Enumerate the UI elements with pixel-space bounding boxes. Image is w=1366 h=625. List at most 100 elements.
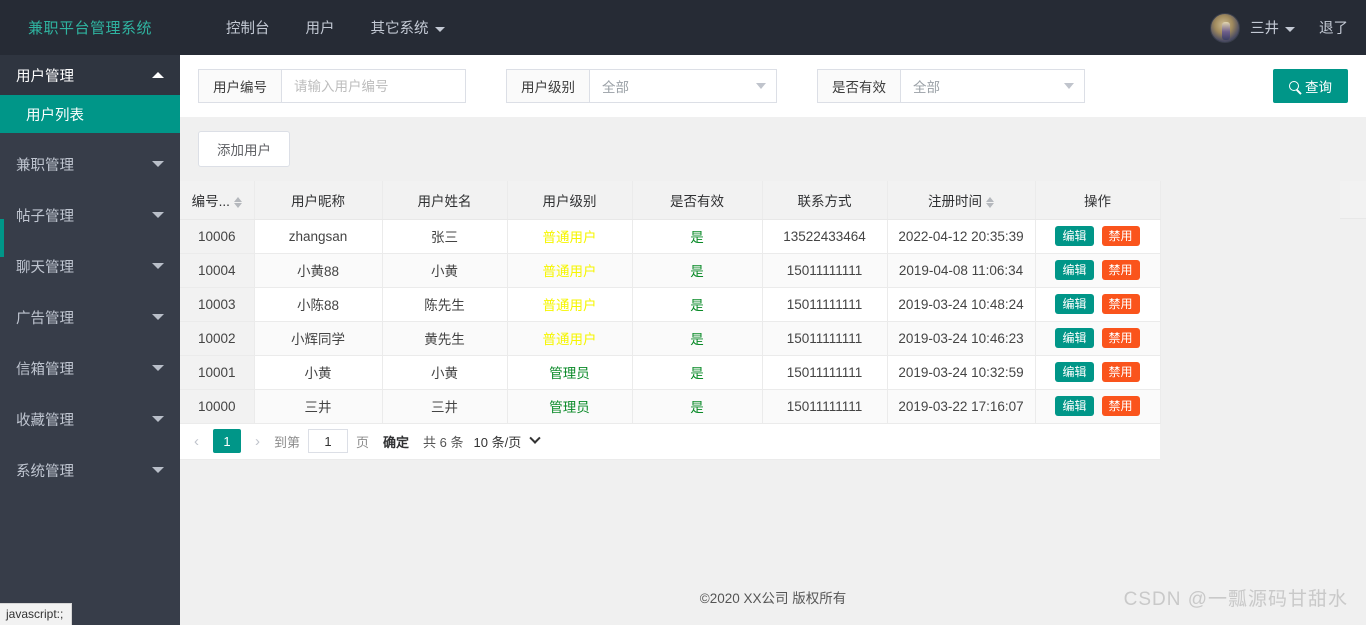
column-header-valid[interactable]: 是否有效 (632, 181, 763, 220)
nav-link-console[interactable]: 控制台 (208, 17, 288, 38)
ban-button[interactable]: 禁用 (1101, 396, 1140, 416)
nav-link-other-systems[interactable]: 其它系统 (353, 17, 463, 38)
chevron-left-icon[interactable]: ‹ (188, 433, 205, 450)
cell-actions: 编辑 禁用 (1035, 389, 1161, 424)
sidebar-item-chat-management-label: 聊天管理 (16, 259, 74, 276)
cell-valid: 是 (632, 253, 763, 288)
app-root: 兼职平台管理系统 控制台 用户 其它系统 三井 退了 用户管理 用户列表 兼职管… (0, 0, 1366, 625)
cell-name: 小黄 (382, 355, 508, 390)
edit-button[interactable]: 编辑 (1055, 226, 1094, 246)
add-user-button[interactable]: 添加用户 (198, 131, 290, 167)
cell-valid-value: 是 (690, 400, 704, 415)
search-input-user-id[interactable] (281, 69, 466, 103)
sidebar-item-user-list[interactable]: 用户列表 (0, 95, 180, 133)
ban-button[interactable]: 禁用 (1101, 328, 1140, 348)
column-header-level[interactable]: 用户级别 (507, 181, 633, 220)
sidebar-item-favorites-management-label: 收藏管理 (16, 412, 74, 429)
logout-button[interactable]: 退了 (1319, 17, 1348, 38)
cell-phone: 15011111111 (762, 355, 888, 390)
ban-button[interactable]: 禁用 (1101, 260, 1140, 280)
sort-icon[interactable] (986, 196, 994, 208)
cell-name: 三井 (382, 389, 508, 424)
sidebar-item-post-management[interactable]: 帖子管理 (0, 195, 180, 235)
chevron-right-icon[interactable]: › (249, 433, 266, 450)
cell-nickname: 小黄 (254, 355, 383, 390)
query-button-label: 查询 (1305, 80, 1332, 95)
sidebar-item-chat-management[interactable]: 聊天管理 (0, 246, 180, 286)
chevron-down-icon (152, 263, 164, 269)
cell-name: 张三 (382, 219, 508, 254)
sort-icon[interactable] (233, 196, 242, 208)
sidebar-item-user-management[interactable]: 用户管理 (0, 55, 180, 95)
column-header-nickname[interactable]: 用户昵称 (254, 181, 383, 220)
cell-level: 管理员 (507, 389, 633, 424)
ban-button[interactable]: 禁用 (1101, 362, 1140, 382)
edit-button[interactable]: 编辑 (1055, 260, 1094, 280)
page-size-select[interactable]: 10 条/页 (471, 431, 542, 451)
sidebar-item-ad-management[interactable]: 广告管理 (0, 297, 180, 337)
sidebar-item-ad-management-label: 广告管理 (16, 310, 74, 327)
chevron-down-icon (152, 161, 164, 167)
cell-time: 2019-04-08 11:06:34 (887, 253, 1036, 288)
sidebar-item-parttime-management[interactable]: 兼职管理 (0, 144, 180, 184)
page-size-value: 10 条/页 (473, 434, 522, 450)
table-row: 10001 小黄 小黄 管理员是 15011111111 2019-03-24 10:32… (180, 355, 1161, 390)
action-buttons: 编辑 禁用 (1036, 362, 1160, 382)
user-avatar-icon[interactable] (1210, 12, 1240, 43)
cell-phone: 15011111111 (762, 287, 888, 322)
query-button[interactable]: 查询 (1273, 69, 1348, 103)
goto-page-input[interactable] (308, 429, 349, 453)
column-header-name[interactable]: 用户姓名 (382, 181, 508, 220)
ban-button[interactable]: 禁用 (1101, 226, 1140, 246)
sidebar-item-post-management-label: 帖子管理 (16, 208, 74, 225)
edit-button[interactable]: 编辑 (1055, 396, 1094, 416)
username-dropdown[interactable]: 三井 (1250, 17, 1295, 38)
cell-nickname: 小辉同学 (254, 321, 383, 356)
select-is-valid[interactable]: 全部 (900, 69, 1085, 103)
edit-button[interactable]: 编辑 (1055, 362, 1094, 382)
table-row: 10004 小黄88 小黄 普通用户 是 15011111111 2019-04-08 11… (180, 253, 1161, 288)
ban-button[interactable]: 禁用 (1101, 294, 1140, 314)
cell-nickname: zhangsan (254, 219, 383, 254)
cell-id: 10003 (180, 287, 255, 322)
edit-button[interactable]: 编辑 (1055, 294, 1094, 314)
sidebar-item-favorites-management[interactable]: 收藏管理 (0, 399, 180, 439)
table-body: 10006 zhangsan 张三 普通用户是 13522433464 2022-04-1… (180, 219, 1161, 424)
cell-valid: 是 (632, 321, 763, 356)
action-buttons: 编辑 禁用 (1036, 260, 1160, 280)
sidebar-item-user-list-label: 用户列表 (26, 107, 84, 124)
page-number-1[interactable]: 1 (213, 429, 241, 453)
brand-logo[interactable]: 兼职平台管理系统 (0, 17, 180, 38)
select-user-level[interactable]: 全部 (589, 69, 777, 103)
cell-id: 10000 (180, 389, 255, 424)
cell-level: 管理员 (507, 355, 633, 390)
edit-button[interactable]: 编辑 (1055, 328, 1094, 348)
cell-phone: 13522433464 (762, 219, 888, 254)
user-menu-group: 三井 退了 (1210, 0, 1348, 55)
filter-bar: 用户编号 用户级别 全部 是否有效 全部 查询 (180, 55, 1366, 117)
chevron-down-icon (152, 365, 164, 371)
username-label: 三井 (1250, 21, 1279, 37)
table-row: 10006 zhangsan 张三 普通用户 是 13522433464 2022-04-1… (180, 219, 1161, 254)
sidebar-item-system-management[interactable]: 系统管理 (0, 450, 180, 490)
table-header-filler (1340, 181, 1366, 219)
column-header-phone[interactable]: 联系方式 (762, 181, 888, 220)
chevron-down-icon (1285, 26, 1295, 32)
table-head: 编号... 用户昵称 用户姓名 用户级别 是否有效 联系方式 注册时间 操作 (180, 181, 1161, 220)
chevron-down-icon (152, 314, 164, 320)
nav-link-users[interactable]: 用户 (288, 17, 353, 38)
column-header-id[interactable]: 编号... (180, 181, 255, 220)
cell-phone: 15011111111 (762, 389, 888, 424)
sidebar-item-parttime-management-label: 兼职管理 (16, 157, 74, 174)
column-header-time[interactable]: 注册时间 (887, 181, 1036, 220)
cell-id: 10006 (180, 219, 255, 254)
chevron-up-icon (152, 72, 164, 78)
cell-level-value: 普通用户 (542, 230, 597, 245)
cell-valid: 是 (632, 389, 763, 424)
cell-valid-value: 是 (690, 366, 704, 381)
goto-confirm-button[interactable]: 确定 (377, 431, 416, 451)
sidebar-item-mailbox-management[interactable]: 信箱管理 (0, 348, 180, 388)
